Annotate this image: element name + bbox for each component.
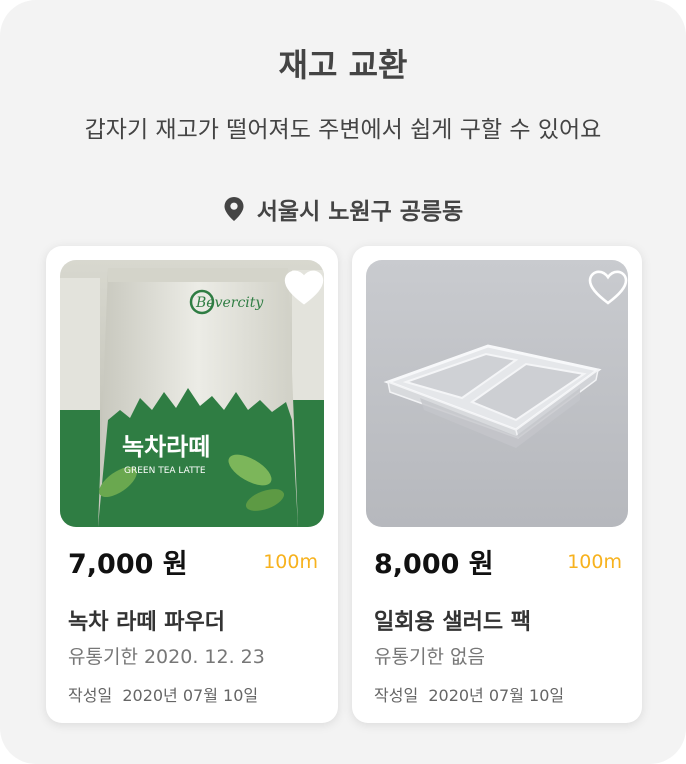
product-distance: 100m [263, 551, 318, 573]
product-name: 녹차 라떼 파우더 [68, 610, 225, 635]
package-label: 녹차라떼 [122, 433, 210, 461]
page-title: 재고 교환 [278, 46, 408, 84]
product-expiry: 유통기한 없음 [374, 646, 485, 668]
location-label: 서울시 노원구 공릉동 [256, 199, 464, 225]
package-sublabel: GREEN TEA LATTE [124, 466, 206, 476]
product-distance: 100m [567, 551, 622, 573]
product-price: 7,000 원 [68, 549, 188, 580]
page-subtitle: 갑자기 재고가 떨어져도 주변에서 쉽게 구할 수 있어요 [84, 117, 602, 143]
like-heart-outline-icon[interactable] [588, 270, 628, 306]
location-selector[interactable]: 서울시 노원구 공릉동 [0, 192, 686, 226]
product-card[interactable]: 8,000 원 100m 일회용 샐러드 팩 유통기한 없음 작성일 2020년… [352, 246, 642, 723]
product-price: 8,000 원 [374, 549, 494, 580]
product-posted-date: 작성일 2020년 07월 10일 [374, 686, 565, 705]
product-name: 일회용 샐러드 팩 [374, 610, 531, 635]
product-card[interactable]: Bevercity 녹차라떼 GREEN TEA LATTE 7,000 원 1… [46, 246, 338, 723]
product-expiry: 유통기한 2020. 12. 23 [68, 646, 265, 668]
location-pin-icon [223, 196, 245, 222]
stock-exchange-panel: 재고 교환 갑자기 재고가 떨어져도 주변에서 쉽게 구할 수 있어요 서울시 … [0, 0, 686, 764]
product-posted-date: 작성일 2020년 07월 10일 [68, 686, 259, 705]
like-heart-icon[interactable] [284, 270, 324, 306]
package-brand-mark: Bevercity [195, 295, 264, 311]
